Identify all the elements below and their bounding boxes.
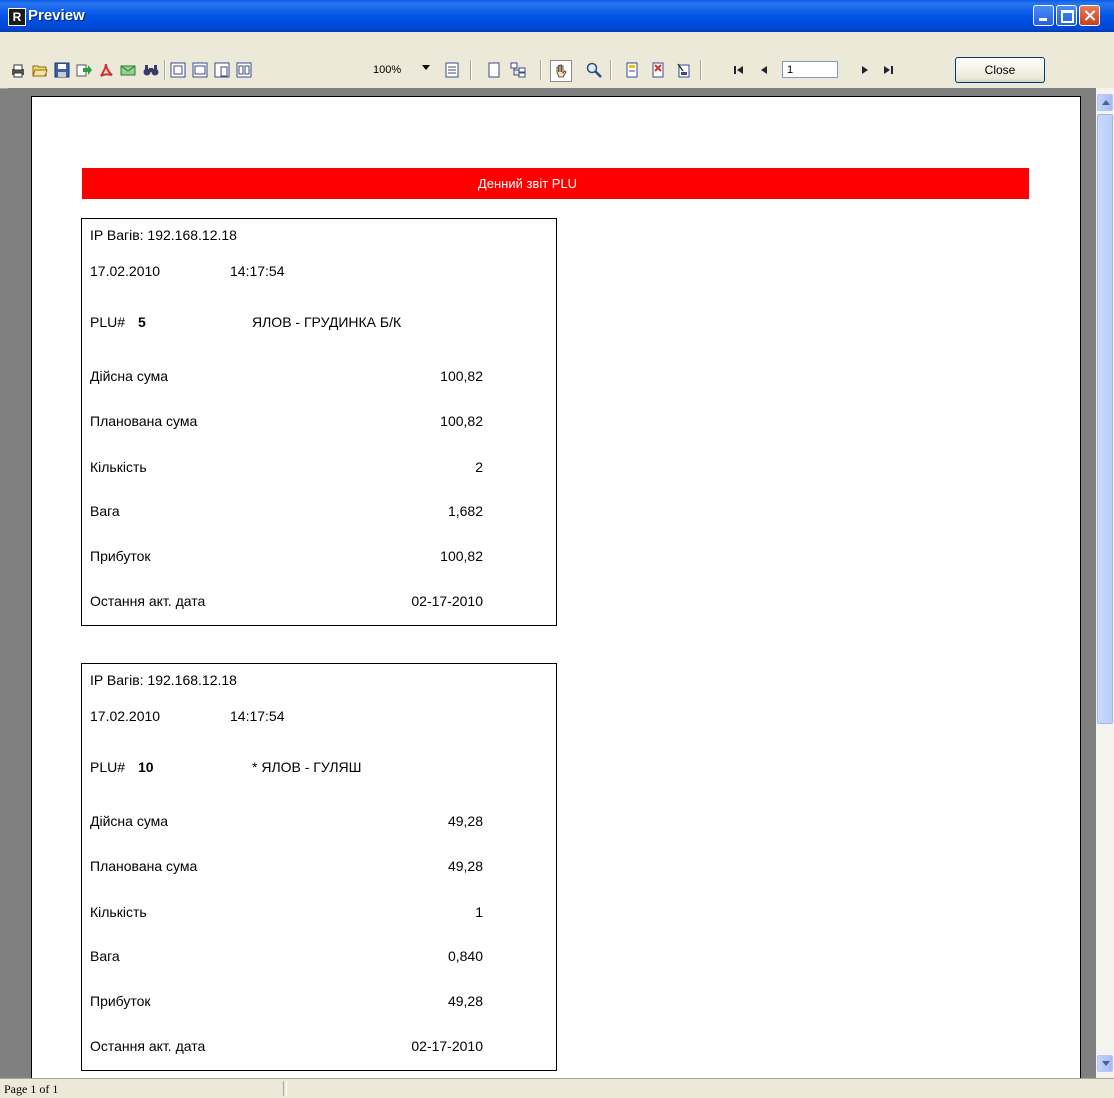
report-viewport[interactable]: Денний звіт PLU IP Вагів: 192.168.12.18 … xyxy=(8,88,1096,1086)
email-icon[interactable] xyxy=(120,62,136,78)
row-value: 1 xyxy=(475,904,483,920)
title-bar[interactable]: R Preview xyxy=(0,0,1114,32)
chevron-up-icon xyxy=(1102,100,1110,105)
pdf-icon[interactable] xyxy=(98,62,114,78)
row-label: Дійсна сума xyxy=(90,368,169,384)
row-value: 49,28 xyxy=(447,813,483,829)
row-value: 02-17-2010 xyxy=(411,1038,483,1054)
report-page: Денний звіт PLU IP Вагів: 192.168.12.18 … xyxy=(31,96,1081,1086)
report-time: 14:17:54 xyxy=(230,708,285,724)
next-page-icon[interactable] xyxy=(856,62,872,78)
status-divider xyxy=(283,1081,287,1096)
plu-label: PLU# xyxy=(90,759,126,775)
row-value: 100,82 xyxy=(440,548,483,564)
edit-page-icon[interactable] xyxy=(624,62,640,78)
first-page-icon[interactable] xyxy=(731,62,747,78)
product-name: ЯЛОВ - ГРУДИНКА Б/К xyxy=(252,314,402,330)
plu-card: IP Вагів: 192.168.12.18 17.02.2010 14:17… xyxy=(81,663,557,1071)
zoom-tool-icon[interactable] xyxy=(586,62,602,78)
find-icon[interactable] xyxy=(143,62,159,78)
outline-icon[interactable] xyxy=(486,62,502,78)
row-label: Планована сума xyxy=(90,413,198,429)
last-page-icon[interactable] xyxy=(880,62,896,78)
row-label: Планована сума xyxy=(90,858,198,874)
scroll-up-button[interactable] xyxy=(1097,94,1113,111)
chevron-down-icon xyxy=(1102,1061,1110,1066)
two-pages-icon[interactable] xyxy=(236,62,252,78)
report-date: 17.02.2010 xyxy=(90,263,161,279)
plu-number: 10 xyxy=(138,759,154,775)
row-label: Вага xyxy=(90,948,120,964)
zoom-select[interactable]: 100% xyxy=(373,64,401,76)
vertical-scrollbar[interactable] xyxy=(1096,88,1114,1078)
scale-ip: IP Вагів: 192.168.12.18 xyxy=(90,672,237,688)
report-time: 14:17:54 xyxy=(230,263,285,279)
page-status: Page 1 of 1 xyxy=(4,1082,59,1096)
report-title: Денний звіт PLU xyxy=(477,176,578,191)
page-number-input[interactable] xyxy=(782,61,838,78)
window-title: Preview xyxy=(28,7,85,24)
close-window-button[interactable] xyxy=(1079,5,1100,26)
page-design-icon[interactable] xyxy=(676,62,692,78)
save-icon[interactable] xyxy=(54,62,70,78)
row-value: 1,682 xyxy=(447,503,483,519)
export-icon[interactable] xyxy=(76,62,92,78)
app-icon: R xyxy=(8,8,26,26)
row-label: Остання акт. дата xyxy=(90,593,206,609)
scroll-down-button[interactable] xyxy=(1097,1055,1113,1072)
product-name: * ЯЛОВ - ГУЛЯШ xyxy=(252,759,362,775)
report-date: 17.02.2010 xyxy=(90,708,161,724)
row-label: Прибуток xyxy=(90,548,151,564)
prior-page-icon[interactable] xyxy=(757,62,773,78)
thumbnails-icon[interactable] xyxy=(510,62,526,78)
row-value: 2 xyxy=(475,459,483,475)
minimize-button[interactable] xyxy=(1033,5,1054,26)
plu-label: PLU# xyxy=(90,314,126,330)
plu-number: 5 xyxy=(138,314,146,330)
row-label: Кількість xyxy=(90,904,147,920)
row-value: 0,840 xyxy=(447,948,483,964)
maximize-button[interactable] xyxy=(1056,5,1077,26)
open-icon[interactable] xyxy=(32,62,48,78)
row-label: Вага xyxy=(90,503,120,519)
report-title-band: Денний звіт PLU xyxy=(82,168,1029,199)
hand-tool-icon[interactable] xyxy=(550,60,572,82)
scroll-thumb[interactable] xyxy=(1097,114,1113,724)
row-value: 100,82 xyxy=(440,368,483,384)
row-label: Остання акт. дата xyxy=(90,1038,206,1054)
page-settings-icon[interactable] xyxy=(444,62,460,78)
row-label: Прибуток xyxy=(90,993,151,1009)
row-label: Кількість xyxy=(90,459,147,475)
delete-page-icon[interactable] xyxy=(650,62,666,78)
row-value: 49,28 xyxy=(447,858,483,874)
row-value: 49,28 xyxy=(447,993,483,1009)
row-value: 100,82 xyxy=(440,413,483,429)
one-page-icon[interactable] xyxy=(214,62,230,78)
toolbar: 100% Close xyxy=(0,32,1114,89)
print-icon[interactable] xyxy=(10,62,26,78)
page-width-icon[interactable] xyxy=(170,62,186,78)
whole-page-icon[interactable] xyxy=(192,62,208,78)
chevron-down-icon[interactable] xyxy=(422,65,430,70)
row-value: 02-17-2010 xyxy=(411,593,483,609)
status-bar: Page 1 of 1 xyxy=(0,1078,1114,1098)
close-button[interactable]: Close xyxy=(955,57,1045,83)
scale-ip: IP Вагів: 192.168.12.18 xyxy=(90,227,237,243)
row-label: Дійсна сума xyxy=(90,813,169,829)
plu-card: IP Вагів: 192.168.12.18 17.02.2010 14:17… xyxy=(81,218,557,626)
